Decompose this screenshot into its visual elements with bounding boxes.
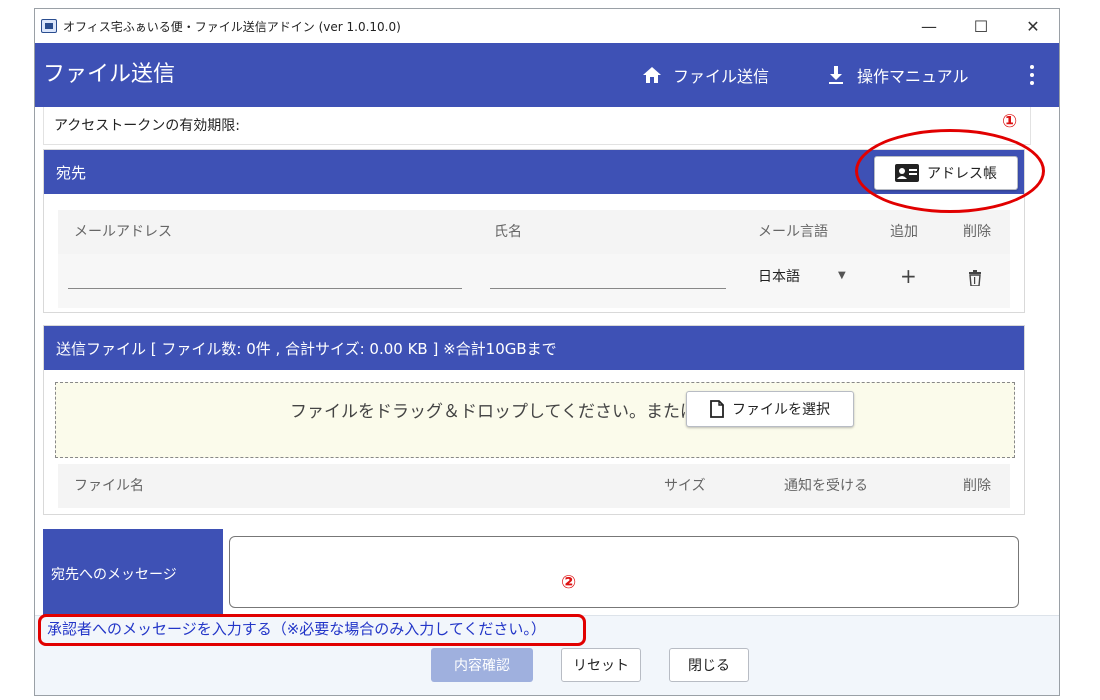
- col-delete: 削除: [963, 224, 991, 240]
- col-language: メール言語: [758, 224, 828, 240]
- col-size: サイズ: [664, 478, 706, 494]
- application-window: オフィス宅ふぁいる便・ファイル送信アドイン (ver 1.0.10.0) — ☐…: [34, 8, 1060, 696]
- close-window-button[interactable]: ✕: [1007, 9, 1059, 43]
- access-token-label: アクセストークンの有効期限:: [54, 118, 241, 134]
- name-input[interactable]: [490, 288, 726, 289]
- trash-icon[interactable]: [968, 270, 982, 290]
- recipient-row: 日本語 ▼ +: [58, 254, 1010, 308]
- app-bar: ファイル送信 ファイル送信 操作マニュアル: [35, 43, 1059, 107]
- app-icon: [41, 19, 57, 33]
- col-name: 氏名: [494, 224, 522, 240]
- language-select[interactable]: 日本語: [758, 266, 800, 286]
- more-vert-icon[interactable]: [1029, 65, 1035, 85]
- home-icon: [641, 64, 663, 86]
- col-email: メールアドレス: [74, 224, 172, 240]
- nav-file-send[interactable]: ファイル送信: [641, 43, 769, 107]
- email-input[interactable]: [68, 288, 462, 289]
- confirm-button[interactable]: 内容確認: [431, 648, 533, 682]
- select-file-button[interactable]: ファイルを選択: [686, 391, 854, 427]
- col-add: 追加: [890, 224, 918, 240]
- download-icon: [825, 64, 847, 86]
- minimize-button[interactable]: —: [903, 9, 955, 43]
- annotation-number-2: ②: [561, 572, 577, 593]
- maximize-button[interactable]: ☐: [955, 9, 1007, 43]
- col-file-delete: 削除: [963, 478, 991, 494]
- select-file-label: ファイルを選択: [732, 402, 830, 418]
- message-label-cell: 宛先へのメッセージ: [43, 529, 223, 619]
- add-recipient-button[interactable]: +: [900, 264, 917, 288]
- recipients-table-header: メールアドレス 氏名 メール言語 追加 削除: [58, 210, 1010, 254]
- recipients-title: 宛先: [56, 163, 87, 182]
- annotation-number-1: ①: [1002, 111, 1018, 132]
- col-filename: ファイル名: [74, 478, 144, 494]
- nav-manual-label: 操作マニュアル: [857, 67, 969, 86]
- access-token-row: アクセストークンの有効期限:: [43, 107, 1031, 145]
- col-notify: 通知を受ける: [784, 478, 868, 494]
- drop-instructions: ファイルをドラッグ＆ドロップしてください。または、: [290, 402, 714, 422]
- chevron-down-icon[interactable]: ▼: [838, 270, 846, 281]
- nav-file-send-label: ファイル送信: [673, 67, 770, 86]
- window-title: オフィス宅ふぁいる便・ファイル送信アドイン (ver 1.0.10.0): [63, 19, 401, 34]
- message-textarea[interactable]: [229, 536, 1019, 608]
- reset-button[interactable]: リセット: [561, 648, 641, 682]
- nav-manual[interactable]: 操作マニュアル: [825, 43, 969, 107]
- files-title: 送信ファイル [ ファイル数: 0件 , 合計サイズ: 0.00 KB ] ※合…: [56, 339, 557, 358]
- annotation-box-approver-link: [38, 614, 586, 646]
- close-button[interactable]: 閉じる: [669, 648, 749, 682]
- window-controls: — ☐ ✕: [903, 9, 1059, 43]
- files-table-header: ファイル名 サイズ 通知を受ける 削除: [58, 464, 1010, 508]
- file-drop-zone[interactable]: ファイルをドラッグ＆ドロップしてください。または、 ファイルを選択: [55, 382, 1015, 458]
- annotation-ellipse-address-book: [855, 129, 1045, 213]
- files-panel: 送信ファイル [ ファイル数: 0件 , 合計サイズ: 0.00 KB ] ※合…: [43, 325, 1025, 515]
- window-titlebar: オフィス宅ふぁいる便・ファイル送信アドイン (ver 1.0.10.0) — ☐…: [35, 9, 1059, 43]
- message-label: 宛先へのメッセージ: [51, 567, 177, 583]
- files-header: 送信ファイル [ ファイル数: 0件 , 合計サイズ: 0.00 KB ] ※合…: [44, 326, 1024, 370]
- page-title: ファイル送信: [43, 62, 176, 87]
- file-icon: [710, 400, 724, 418]
